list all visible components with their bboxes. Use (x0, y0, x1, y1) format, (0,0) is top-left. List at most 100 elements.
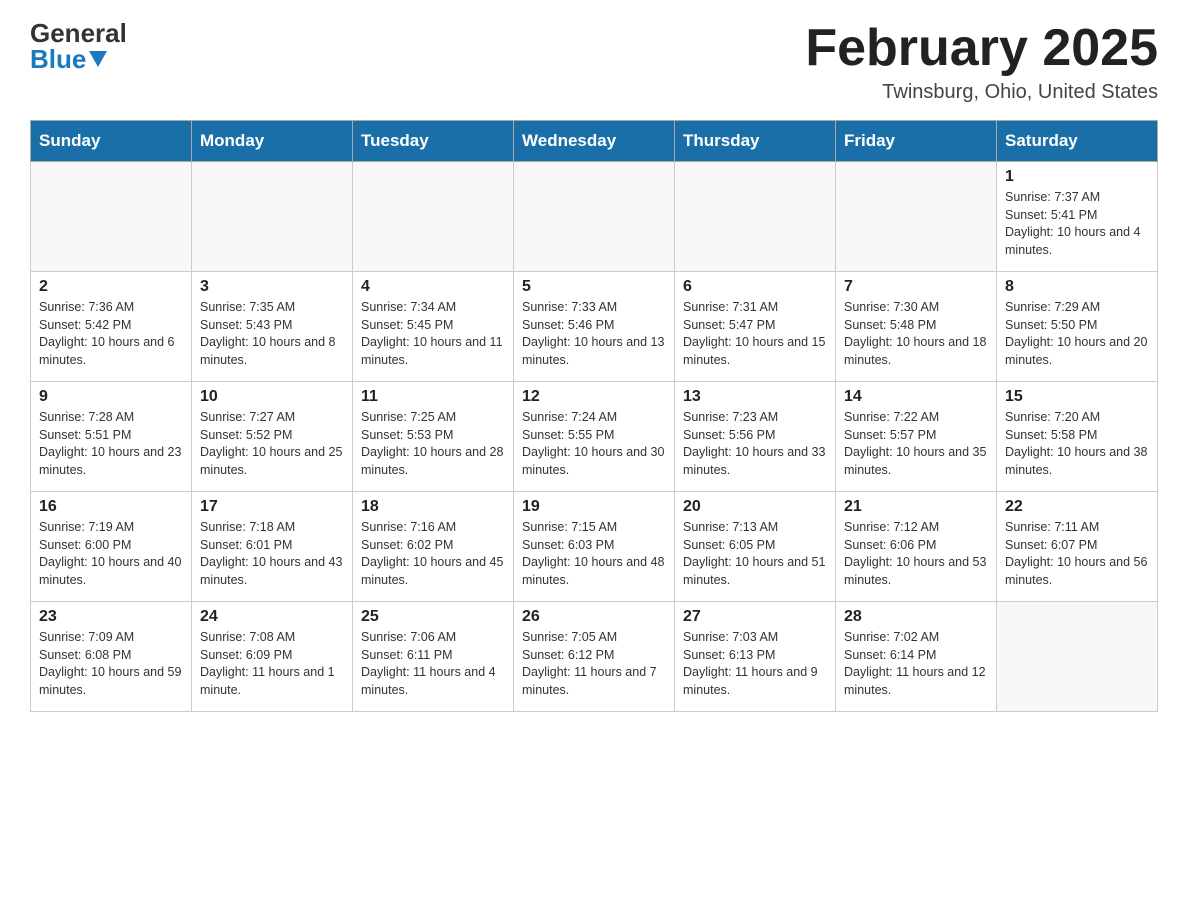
calendar-week-row: 1 Sunrise: 7:37 AMSunset: 5:41 PMDaylight… (31, 162, 1158, 272)
day-info: Sunrise: 7:09 AMSunset: 6:08 PMDaylight:… (39, 629, 183, 699)
header-saturday: Saturday (997, 121, 1158, 162)
table-row (836, 162, 997, 272)
calendar-week-row: 23 Sunrise: 7:09 AMSunset: 6:08 PMDayligh… (31, 602, 1158, 712)
table-row: 1 Sunrise: 7:37 AMSunset: 5:41 PMDaylight… (997, 162, 1158, 272)
day-number: 12 (522, 388, 666, 406)
day-info: Sunrise: 7:18 AMSunset: 6:01 PMDaylight:… (200, 519, 344, 589)
day-info: Sunrise: 7:34 AMSunset: 5:45 PMDaylight:… (361, 299, 505, 369)
day-number: 14 (844, 388, 988, 406)
table-row: 27 Sunrise: 7:03 AMSunset: 6:13 PMDayligh… (675, 602, 836, 712)
table-row: 17 Sunrise: 7:18 AMSunset: 6:01 PMDayligh… (192, 492, 353, 602)
day-info: Sunrise: 7:27 AMSunset: 5:52 PMDaylight:… (200, 409, 344, 479)
header-wednesday: Wednesday (514, 121, 675, 162)
day-number: 1 (1005, 168, 1149, 186)
day-number: 16 (39, 498, 183, 516)
day-info: Sunrise: 7:30 AMSunset: 5:48 PMDaylight:… (844, 299, 988, 369)
location-text: Twinsburg, Ohio, United States (805, 81, 1158, 104)
table-row: 19 Sunrise: 7:15 AMSunset: 6:03 PMDayligh… (514, 492, 675, 602)
header-sunday: Sunday (31, 121, 192, 162)
day-info: Sunrise: 7:23 AMSunset: 5:56 PMDaylight:… (683, 409, 827, 479)
day-info: Sunrise: 7:19 AMSunset: 6:00 PMDaylight:… (39, 519, 183, 589)
day-info: Sunrise: 7:12 AMSunset: 6:06 PMDaylight:… (844, 519, 988, 589)
table-row: 25Sunrise: 7:06 AMSunset: 6:11 PMDayligh… (353, 602, 514, 712)
day-number: 28 (844, 608, 988, 626)
title-area: February 2025 Twinsburg, Ohio, United St… (805, 20, 1158, 104)
day-info: Sunrise: 7:24 AMSunset: 5:55 PMDaylight:… (522, 409, 666, 479)
day-info: Sunrise: 7:20 AMSunset: 5:58 PMDaylight:… (1005, 409, 1149, 479)
day-number: 27 (683, 608, 827, 626)
table-row: 13Sunrise: 7:23 AMSunset: 5:56 PMDayligh… (675, 382, 836, 492)
table-row: 21 Sunrise: 7:12 AMSunset: 6:06 PMDayligh… (836, 492, 997, 602)
day-number: 19 (522, 498, 666, 516)
calendar-header-row: Sunday Monday Tuesday Wednesday Thursday… (31, 121, 1158, 162)
day-number: 7 (844, 278, 988, 296)
day-info: Sunrise: 7:13 AMSunset: 6:05 PMDaylight:… (683, 519, 827, 589)
table-row: 3 Sunrise: 7:35 AMSunset: 5:43 PMDaylight… (192, 272, 353, 382)
day-info: Sunrise: 7:33 AMSunset: 5:46 PMDaylight:… (522, 299, 666, 369)
table-row (997, 602, 1158, 712)
day-info: Sunrise: 7:15 AMSunset: 6:03 PMDaylight:… (522, 519, 666, 589)
day-number: 11 (361, 388, 505, 406)
table-row: 28 Sunrise: 7:02 AMSunset: 6:14 PMDayligh… (836, 602, 997, 712)
calendar-week-row: 9 Sunrise: 7:28 AMSunset: 5:51 PMDaylight… (31, 382, 1158, 492)
table-row: 12 Sunrise: 7:24 AMSunset: 5:55 PMDayligh… (514, 382, 675, 492)
day-number: 23 (39, 608, 183, 626)
day-info: Sunrise: 7:05 AMSunset: 6:12 PMDaylight:… (522, 629, 666, 699)
table-row: 6 Sunrise: 7:31 AMSunset: 5:47 PMDaylight… (675, 272, 836, 382)
day-number: 18 (361, 498, 505, 516)
table-row: 4 Sunrise: 7:34 AMSunset: 5:45 PMDaylight… (353, 272, 514, 382)
day-info: Sunrise: 7:36 AMSunset: 5:42 PMDaylight:… (39, 299, 183, 369)
day-number: 6 (683, 278, 827, 296)
table-row (675, 162, 836, 272)
table-row (514, 162, 675, 272)
day-number: 3 (200, 278, 344, 296)
day-info: Sunrise: 7:37 AMSunset: 5:41 PMDaylight:… (1005, 189, 1149, 259)
logo-general-text: General (30, 20, 127, 46)
day-info: Sunrise: 7:06 AMSunset: 6:11 PMDaylight:… (361, 629, 505, 699)
day-number: 5 (522, 278, 666, 296)
day-info: Sunrise: 7:03 AMSunset: 6:13 PMDaylight:… (683, 629, 827, 699)
day-number: 9 (39, 388, 183, 406)
table-row: 23 Sunrise: 7:09 AMSunset: 6:08 PMDayligh… (31, 602, 192, 712)
day-number: 15 (1005, 388, 1149, 406)
table-row (31, 162, 192, 272)
table-row: 20 Sunrise: 7:13 AMSunset: 6:05 PMDayligh… (675, 492, 836, 602)
day-number: 20 (683, 498, 827, 516)
table-row: 5 Sunrise: 7:33 AMSunset: 5:46 PMDaylight… (514, 272, 675, 382)
table-row: 24 Sunrise: 7:08 AMSunset: 6:09 PMDayligh… (192, 602, 353, 712)
day-info: Sunrise: 7:35 AMSunset: 5:43 PMDaylight:… (200, 299, 344, 369)
logo-blue-text: Blue (30, 46, 127, 72)
day-number: 2 (39, 278, 183, 296)
day-number: 4 (361, 278, 505, 296)
day-info: Sunrise: 7:25 AMSunset: 5:53 PMDaylight:… (361, 409, 505, 479)
day-info: Sunrise: 7:11 AMSunset: 6:07 PMDaylight:… (1005, 519, 1149, 589)
day-number: 24 (200, 608, 344, 626)
table-row: 14Sunrise: 7:22 AMSunset: 5:57 PMDayligh… (836, 382, 997, 492)
day-number: 17 (200, 498, 344, 516)
table-row: 16 Sunrise: 7:19 AMSunset: 6:00 PMDayligh… (31, 492, 192, 602)
day-number: 22 (1005, 498, 1149, 516)
table-row (353, 162, 514, 272)
day-info: Sunrise: 7:31 AMSunset: 5:47 PMDaylight:… (683, 299, 827, 369)
calendar-week-row: 2 Sunrise: 7:36 AMSunset: 5:42 PMDaylight… (31, 272, 1158, 382)
day-info: Sunrise: 7:28 AMSunset: 5:51 PMDaylight:… (39, 409, 183, 479)
table-row: 10 Sunrise: 7:27 AMSunset: 5:52 PMDayligh… (192, 382, 353, 492)
table-row: 22 Sunrise: 7:11 AMSunset: 6:07 PMDayligh… (997, 492, 1158, 602)
table-row: 7 Sunrise: 7:30 AMSunset: 5:48 PMDaylight… (836, 272, 997, 382)
day-number: 8 (1005, 278, 1149, 296)
table-row: 9 Sunrise: 7:28 AMSunset: 5:51 PMDaylight… (31, 382, 192, 492)
day-number: 21 (844, 498, 988, 516)
table-row: 11 Sunrise: 7:25 AMSunset: 5:53 PMDayligh… (353, 382, 514, 492)
logo: General Blue (30, 20, 127, 72)
day-info: Sunrise: 7:02 AMSunset: 6:14 PMDaylight:… (844, 629, 988, 699)
table-row: 8 Sunrise: 7:29 AMSunset: 5:50 PMDaylight… (997, 272, 1158, 382)
header-friday: Friday (836, 121, 997, 162)
day-number: 10 (200, 388, 344, 406)
page-header: General Blue February 2025 Twinsburg, Oh… (30, 20, 1158, 104)
day-info: Sunrise: 7:29 AMSunset: 5:50 PMDaylight:… (1005, 299, 1149, 369)
table-row (192, 162, 353, 272)
table-row: 15 Sunrise: 7:20 AMSunset: 5:58 PMDayligh… (997, 382, 1158, 492)
day-info: Sunrise: 7:08 AMSunset: 6:09 PMDaylight:… (200, 629, 344, 699)
table-row: 2 Sunrise: 7:36 AMSunset: 5:42 PMDaylight… (31, 272, 192, 382)
calendar-table: Sunday Monday Tuesday Wednesday Thursday… (30, 120, 1158, 712)
